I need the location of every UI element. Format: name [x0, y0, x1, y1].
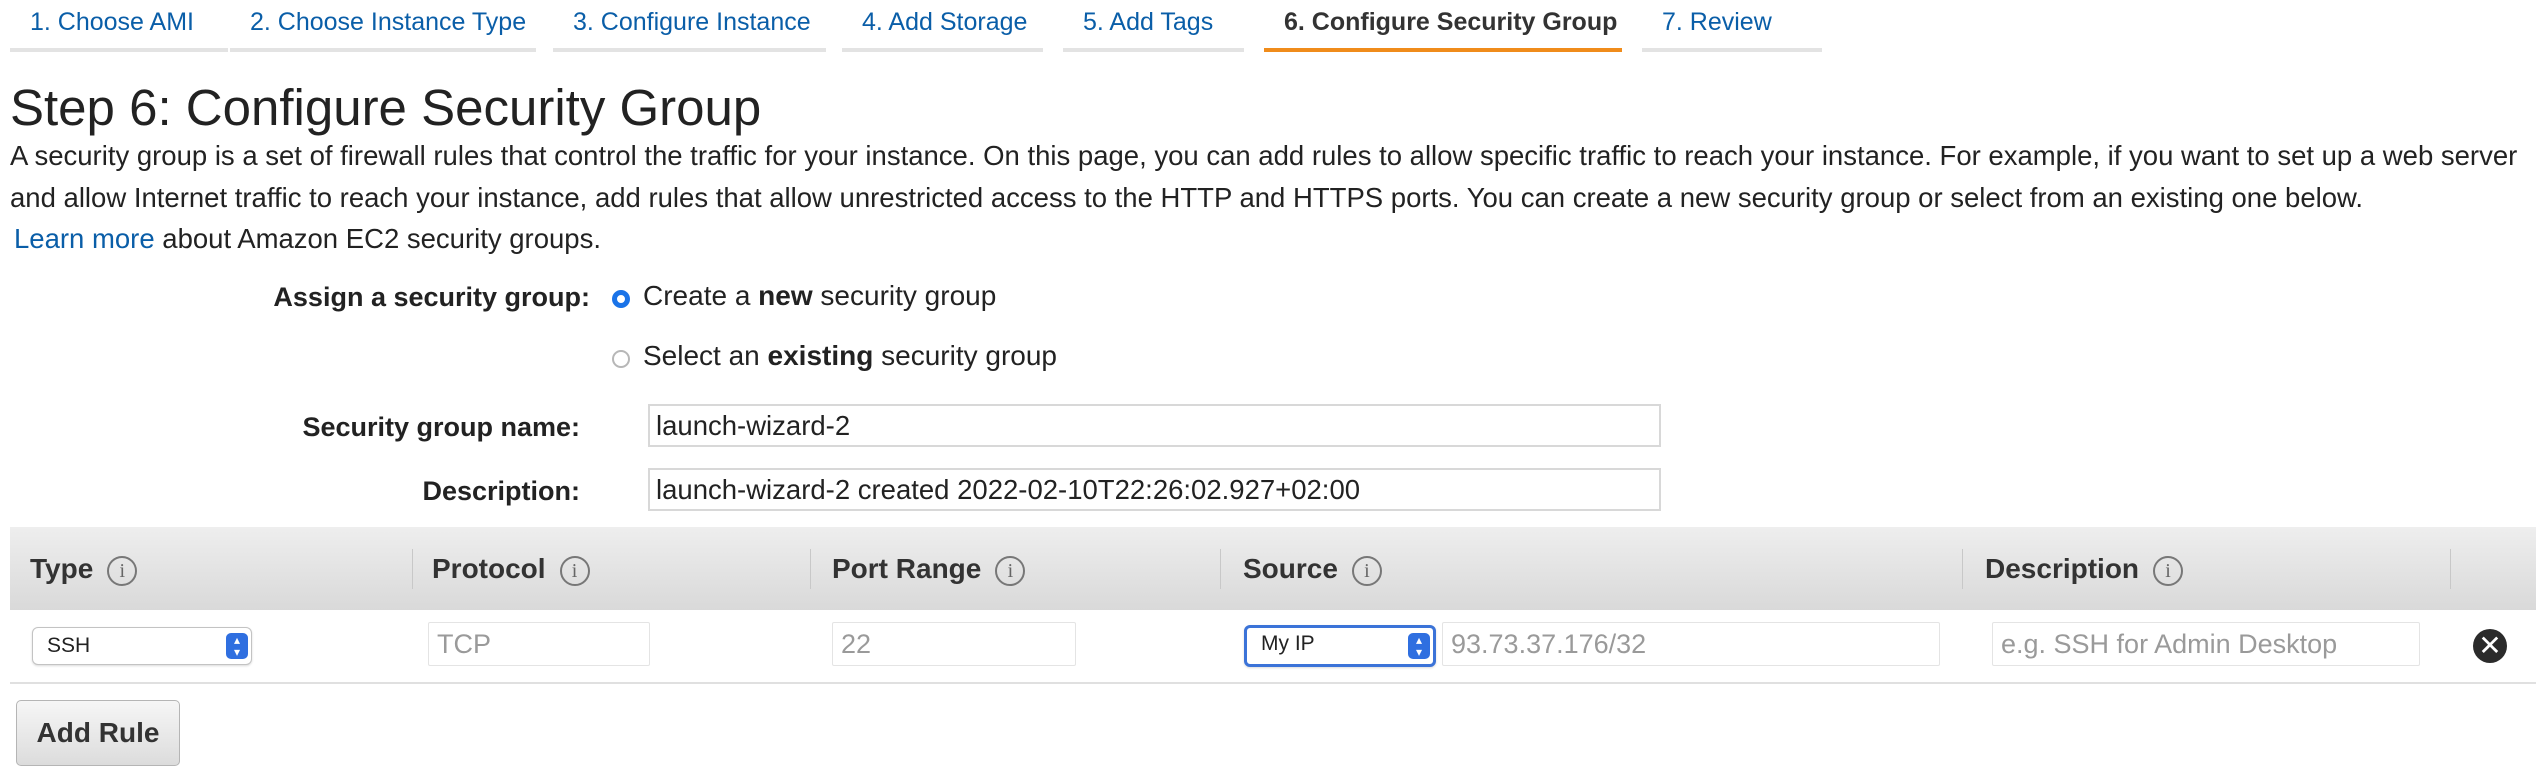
column-divider — [1220, 549, 1221, 589]
radio-create-new-label[interactable]: Create a new security group — [643, 280, 996, 312]
tab-add-storage[interactable]: 4. Add Storage — [842, 0, 1043, 52]
rule-source-cidr-input[interactable]: 93.73.37.176/32 — [1442, 622, 1940, 666]
info-icon[interactable]: i — [559, 555, 590, 586]
rules-table-header: Type i Protocol i Port Range i Source i Desc… — [10, 527, 2536, 612]
remove-rule-icon[interactable]: ✕ — [2473, 629, 2507, 663]
tab-choose-ami[interactable]: 1. Choose AMI — [10, 0, 228, 52]
tab-review[interactable]: 7. Review — [1642, 0, 1822, 52]
info-icon[interactable]: i — [2153, 555, 2184, 586]
security-group-name-input[interactable]: launch-wizard-2 — [648, 404, 1661, 447]
security-group-description-label: Description: — [422, 476, 580, 506]
rule-source-select[interactable]: My IP ▴ ▾ — [1244, 625, 1436, 667]
info-icon[interactable]: i — [995, 555, 1026, 586]
tab-choose-instance-type[interactable]: 2. Choose Instance Type — [230, 0, 536, 52]
tab-configure-security-group[interactable]: 6. Configure Security Group — [1264, 0, 1622, 52]
column-divider — [810, 549, 811, 589]
page-title: Step 6: Configure Security Group — [10, 79, 762, 136]
column-divider — [412, 549, 413, 589]
radio-create-new[interactable] — [612, 290, 630, 308]
rule-port-range-input: 22 — [832, 622, 1076, 666]
radio-select-existing[interactable] — [612, 350, 630, 368]
security-group-name-label: Security group name: — [302, 412, 580, 442]
column-header-port-range: Port Range i — [832, 527, 1026, 610]
column-header-description: Description i — [1985, 527, 2184, 610]
column-divider — [1962, 549, 1963, 589]
add-rule-button[interactable]: Add Rule — [16, 700, 180, 766]
rule-type-select[interactable]: SSH ▴ ▾ — [32, 627, 252, 665]
column-header-protocol: Protocol i — [432, 527, 590, 610]
chevron-updown-icon: ▴ ▾ — [226, 633, 248, 659]
security-group-description-input[interactable]: launch-wizard-2 created 2022-02-10T22:26… — [648, 468, 1661, 511]
tab-configure-instance[interactable]: 3. Configure Instance — [553, 0, 826, 52]
table-row: SSH ▴ ▾ TCP 22 My IP ▴ ▾ 93.73.37.176/32 e… — [10, 610, 2536, 684]
rule-description-input[interactable]: e.g. SSH for Admin Desktop — [1992, 622, 2420, 666]
chevron-updown-icon: ▴ ▾ — [1408, 633, 1430, 659]
radio-select-existing-label[interactable]: Select an existing security group — [643, 340, 1057, 372]
column-divider — [2450, 549, 2451, 589]
tab-add-tags[interactable]: 5. Add Tags — [1063, 0, 1244, 52]
column-header-source: Source i — [1243, 527, 1382, 610]
learn-more-link[interactable]: Learn more — [14, 223, 155, 254]
page-description: A security group is a set of firewall ru… — [10, 140, 2518, 254]
info-icon[interactable]: i — [107, 555, 138, 586]
info-icon[interactable]: i — [1351, 555, 1382, 586]
assign-group-label: Assign a security group: — [273, 282, 590, 312]
rule-protocol-input: TCP — [428, 622, 650, 666]
column-header-type: Type i — [30, 527, 138, 610]
